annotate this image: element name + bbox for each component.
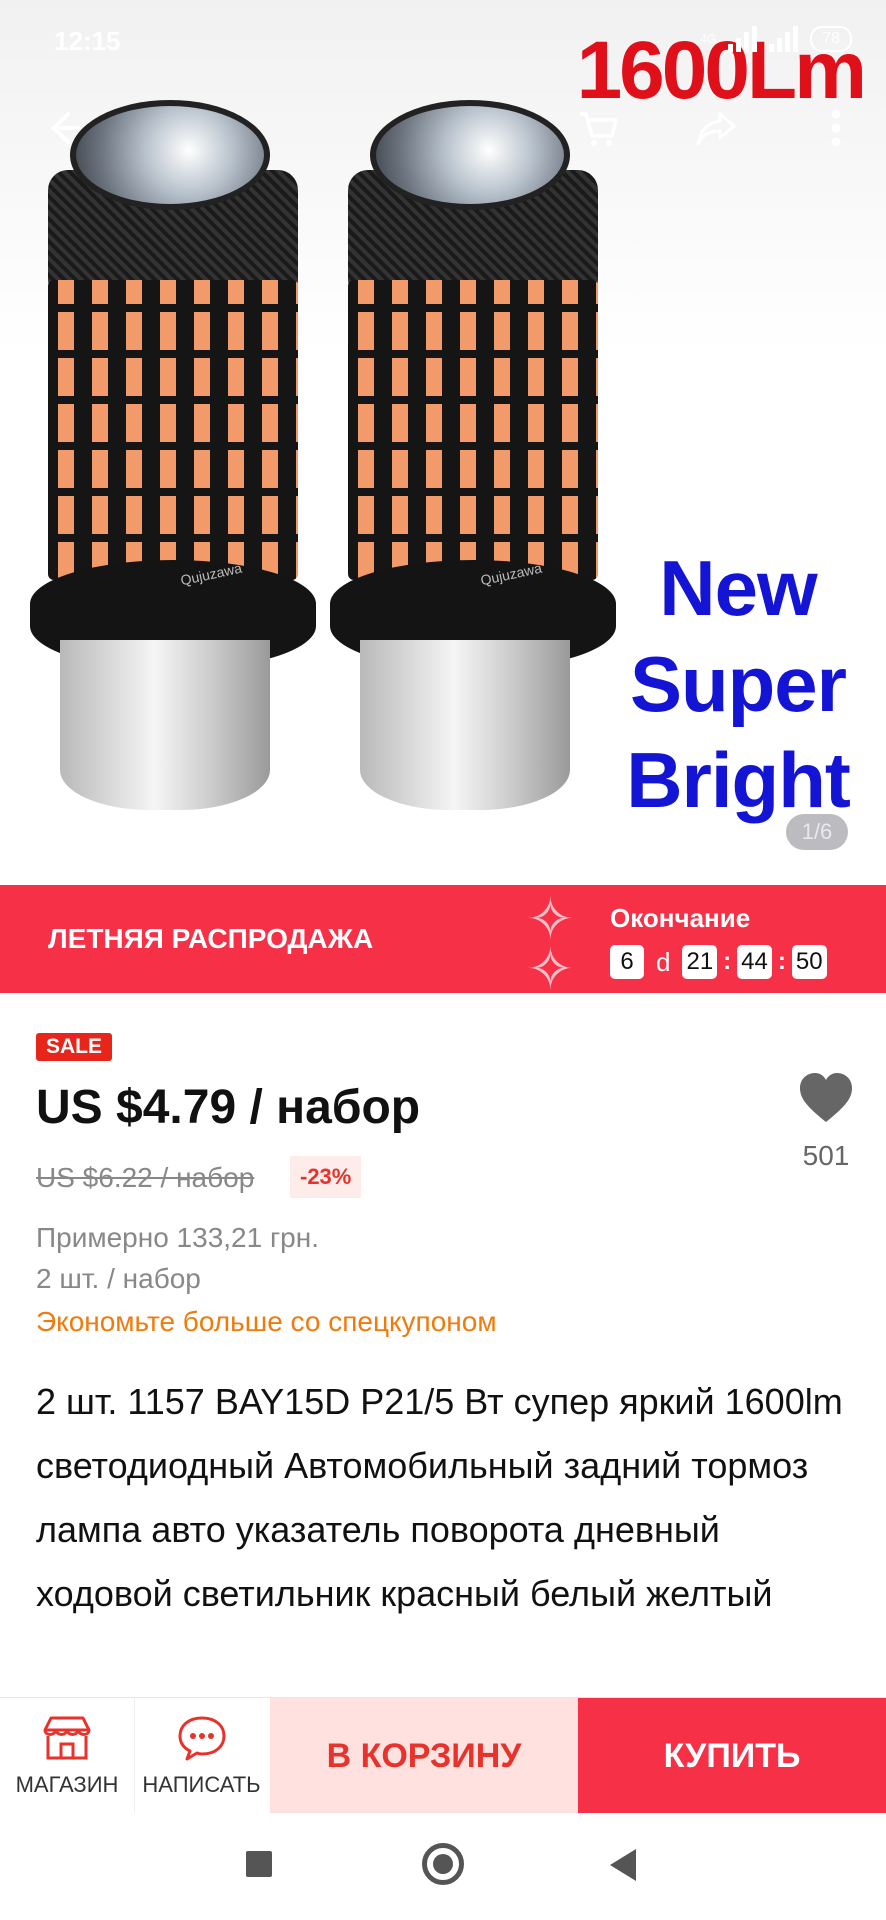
countdown-days: 6 — [610, 945, 644, 979]
share-icon[interactable] — [688, 100, 744, 156]
wishlist-count: 501 — [802, 1140, 850, 1171]
system-navigation-bar — [0, 1813, 886, 1920]
store-icon — [43, 1716, 91, 1760]
promo-line: New — [659, 544, 817, 632]
status-time: 12:15 — [54, 26, 121, 56]
bottom-action-bar: МАГАЗИН НАПИСАТЬ В КОРЗИНУ КУПИТЬ — [0, 1697, 886, 1814]
image-counter: 1/6 — [786, 814, 848, 850]
signal-icon — [769, 26, 799, 52]
message-button[interactable]: НАПИСАТЬ — [134, 1698, 268, 1814]
sale-badge: SALE — [36, 1033, 113, 1061]
add-to-cart-button[interactable]: В КОРЗИНУ — [270, 1698, 578, 1814]
store-button[interactable]: МАГАЗИН — [0, 1698, 134, 1814]
recent-apps-icon[interactable] — [246, 1851, 272, 1877]
image-promo-text: New Super Bright — [618, 540, 858, 828]
sparkle-icon: ✧ — [526, 937, 575, 1002]
summer-sale-banner[interactable]: ЛЕТНЯЯ РАСПРОДАЖА ✧ ✧ Окончание 6 d 21 :… — [0, 885, 886, 1002]
product-image-carousel[interactable]: Qujuzawa Qujuzawa 1600Lm New Super Brigh… — [0, 0, 886, 885]
current-price: US $4.79 / набор — [36, 1081, 421, 1134]
back-arrow-icon[interactable] — [34, 100, 90, 156]
status-bar: 12:15 4G 78 — [0, 0, 886, 80]
countdown-minutes: 44 — [737, 945, 772, 979]
product-photo-bulb-right: Qujuzawa — [330, 100, 620, 840]
more-vertical-icon[interactable] — [808, 100, 864, 156]
store-button-label: МАГАЗИН — [15, 1772, 119, 1797]
countdown-hours: 21 — [682, 945, 718, 979]
sale-banner-title: ЛЕТНЯЯ РАСПРОДАЖА — [48, 923, 374, 954]
discount-badge: -23% — [290, 1156, 362, 1198]
chat-bubble-icon — [178, 1716, 225, 1761]
back-triangle-icon[interactable] — [610, 1849, 636, 1881]
network-type: 4G — [700, 32, 717, 46]
heart-icon[interactable] — [796, 1070, 856, 1126]
message-button-label: НАПИСАТЬ — [142, 1772, 261, 1797]
product-title: 2 шт. 1157 BAY15D P21/5 Вт супер яркий 1… — [36, 1381, 843, 1614]
units-per-set: 2 шт. / набор — [36, 1263, 201, 1294]
approx-local-price: Примерно 133,21 грн. — [36, 1222, 319, 1253]
original-price: US $6.22 / набор — [36, 1162, 255, 1193]
coupon-link[interactable]: Экономьте больше со спецкупоном — [36, 1306, 497, 1338]
home-icon[interactable] — [422, 1843, 464, 1885]
cart-icon[interactable] — [570, 100, 626, 156]
buy-now-button[interactable]: КУПИТЬ — [578, 1698, 886, 1814]
countdown-days-unit: d — [656, 946, 671, 977]
status-icons: 4G 78 — [700, 26, 852, 52]
signal-icon — [728, 26, 758, 52]
promo-line: Super — [629, 640, 847, 728]
product-photo-bulb-left: Qujuzawa — [30, 100, 320, 840]
battery-icon: 78 — [810, 26, 852, 52]
countdown-label: Окончание — [610, 903, 751, 933]
countdown-timer: 6 d 21 : 44 : 50 — [610, 945, 827, 979]
countdown-seconds: 50 — [791, 945, 827, 979]
